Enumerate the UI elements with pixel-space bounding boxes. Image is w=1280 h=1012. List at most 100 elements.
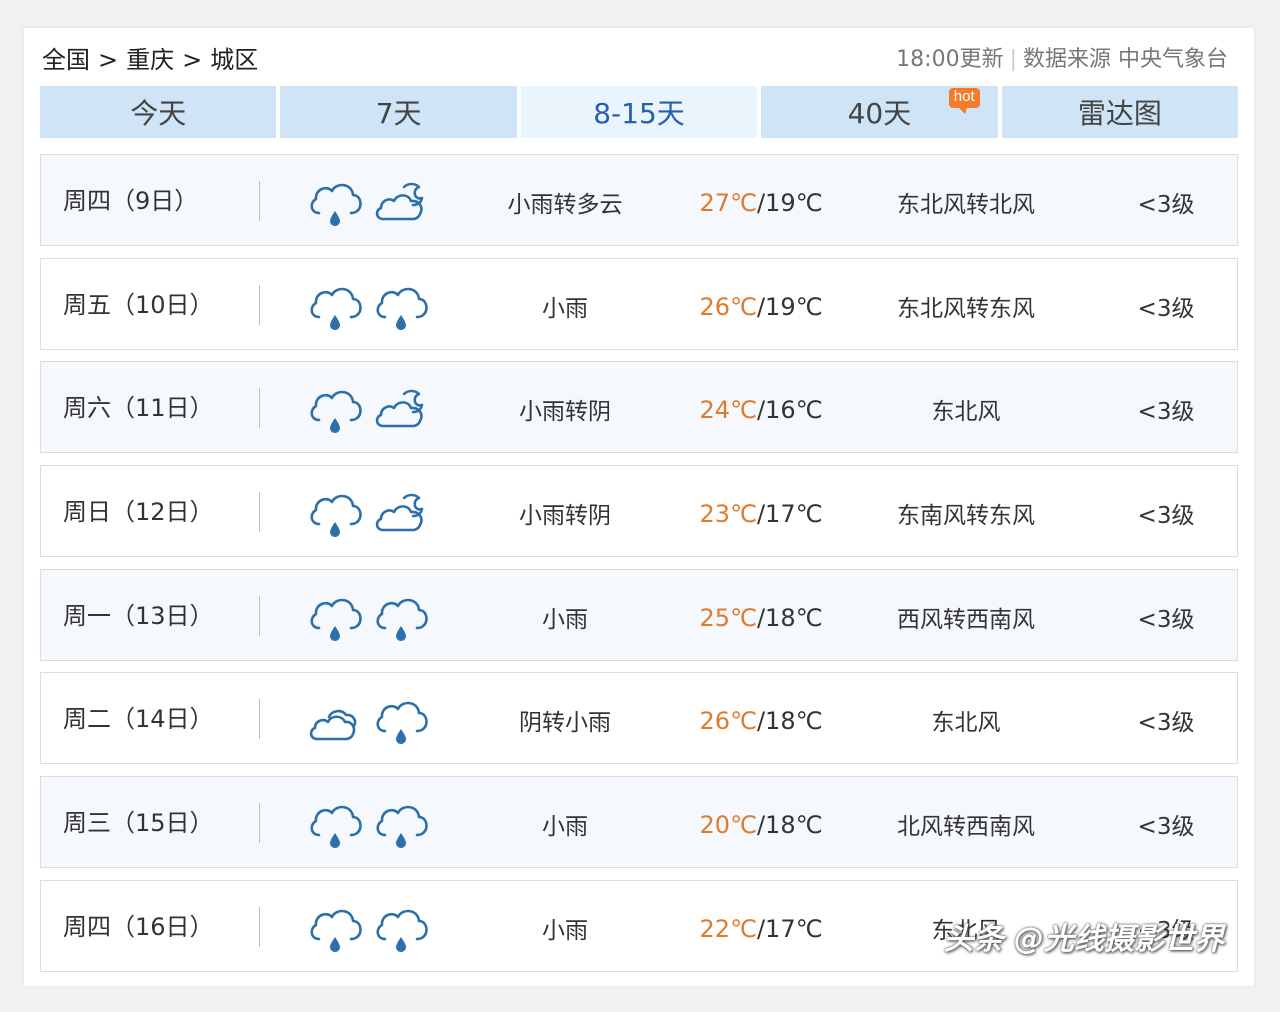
low-temp: 18℃ [765,603,823,632]
tab-40-days[interactable]: 40天 hot [761,86,998,138]
breadcrumb: 全国 > 重庆 > 城区 [42,42,258,78]
watermark: 头条 @光线摄影世界 [943,922,1224,957]
forecast-row: 周日（12日） 小雨转阴 23℃/17℃ 东南风转东风 <3级 [40,465,1238,560]
temp-separator: / [756,396,766,425]
overcast-icon [309,710,357,741]
forecast-date: 周五（10日） [63,290,214,319]
top-bar: 全国 > 重庆 > 城区 18:00更新 | 数据来源 中央气象台 [40,42,1228,78]
breadcrumb-district: 城区 [210,46,259,74]
source-divider: | [1009,47,1017,72]
forecast-list: 周四（9日） 小雨转多云 27℃/19℃ 东北风转北风 <3级 周五（10日） … [40,154,1238,984]
weather-icons [307,177,427,227]
forecast-date: 周二（14日） [63,705,214,734]
low-temp: 19℃ [765,292,823,321]
wind-direction: 东南风转东风 [897,503,1035,530]
tab-8-15-days[interactable]: 8-15天 [520,86,758,138]
update-time: 18:00更新 [896,47,1004,72]
wind-direction: 东北风转东风 [897,295,1035,322]
temp-separator: / [756,500,766,529]
forecast-row: 周二（14日） 阴转小雨 26℃/18℃ 东北风 <3级 [40,672,1238,767]
breadcrumb-country[interactable]: 全国 [42,42,90,78]
weather-icons [307,799,428,849]
high-temp: 20℃ [699,811,757,840]
row-divider [259,388,260,429]
tab-7-days[interactable]: 7天 [280,86,517,138]
forecast-date: 周三（15日） [63,809,214,838]
wind-direction: 东北风 [931,710,1001,737]
low-temp: 18℃ [765,707,823,736]
rain-icon [376,287,428,330]
wind-level: <3级 [1137,192,1195,218]
temperature-range: 27℃/19℃ [681,157,841,249]
rain-icon [310,494,362,538]
temperature-range: 26℃/19℃ [681,261,841,353]
weather-description: 小雨转阴 [519,399,611,426]
tab-today[interactable]: 今天 [40,86,277,138]
tab-label: 今天 [130,97,187,130]
forecast-row: 周四（9日） 小雨转多云 27℃/19℃ 东北风转北风 <3级 [40,154,1238,246]
row-divider [259,699,260,740]
weather-icons [307,592,428,642]
tab-label: 7天 [375,97,422,130]
weather-description: 小雨转阴 [519,503,611,530]
high-temp: 24℃ [699,396,757,425]
breadcrumb-city[interactable]: 重庆 [126,42,174,78]
data-source-info: 18:00更新 | 数据来源 中央气象台 [896,42,1228,78]
cloudy-night-icon [375,390,424,428]
weather-description: 阴转小雨 [519,710,611,737]
high-temp: 25℃ [699,603,757,632]
rain-icon [376,909,428,952]
temperature-range: 23℃/17℃ [681,468,841,560]
temp-separator: / [756,811,766,840]
forecast-row: 周五（10日） 小雨 26℃/19℃ 东北风转东风 <3级 [40,257,1238,353]
tab-label: 40天 [847,97,912,130]
rain-icon [310,287,362,330]
weather-icons [307,384,427,434]
high-temp: 22℃ [699,914,757,943]
rain-icon [376,805,428,849]
row-divider [259,803,260,844]
weather-icons [307,281,428,331]
temperature-range: 20℃/18℃ [681,779,841,871]
low-temp: 18℃ [765,811,823,840]
temperature-range: 24℃/16℃ [681,364,841,456]
temperature-range: 26℃/18℃ [681,675,841,767]
high-temp: 23℃ [699,500,757,529]
forecast-row: 周一（13日） 小雨 25℃/18℃ 西风转西南风 <3级 [40,568,1238,664]
rain-icon [376,598,428,641]
tab-radar[interactable]: 雷达图 [1001,86,1239,138]
forecast-tabs: 今天 7天 8-15天 40天 hot 雷达图 [40,86,1239,138]
forecast-date: 周四（9日） [63,187,199,215]
high-temp: 26℃ [699,292,757,321]
forecast-date: 周四（16日） [63,912,214,941]
data-source-label: 数据来源 中央气象台 [1023,47,1228,72]
weather-icons [307,695,428,745]
forecast-card: 全国 > 重庆 > 城区 18:00更新 | 数据来源 中央气象台 今天 7天 8-15天 … [24,28,1254,986]
low-temp: 19℃ [765,189,823,217]
hot-badge: hot [948,88,980,114]
wind-direction: 北风转西南风 [897,814,1035,841]
row-divider [259,284,260,325]
cloudy-night-icon [375,493,424,532]
rain-icon [310,805,362,849]
weather-description: 小雨 [542,917,588,944]
wind-level: <3级 [1137,606,1195,633]
wind-level: <3级 [1137,399,1195,426]
forecast-row: 周六（11日） 小雨转阴 24℃/16℃ 东北风 <3级 [40,361,1238,456]
forecast-date: 周六（11日） [63,394,214,423]
temperature-range: 22℃/17℃ [681,883,841,975]
wind-direction: 西风转西南风 [897,606,1035,633]
weather-icons [307,488,427,538]
row-divider [259,181,260,221]
weather-description: 小雨 [542,606,588,633]
high-temp: 26℃ [699,707,757,736]
rain-icon [310,909,362,952]
temperature-range: 25℃/18℃ [681,572,841,664]
wind-direction: 东北风 [931,399,1001,426]
breadcrumb-separator: > [182,46,203,74]
breadcrumb-separator: > [98,46,119,74]
forecast-row: 周三（15日） 小雨 20℃/18℃ 北风转西南风 <3级 [40,776,1238,871]
row-divider [259,492,260,533]
temp-separator: / [756,603,766,632]
row-divider [259,595,260,636]
